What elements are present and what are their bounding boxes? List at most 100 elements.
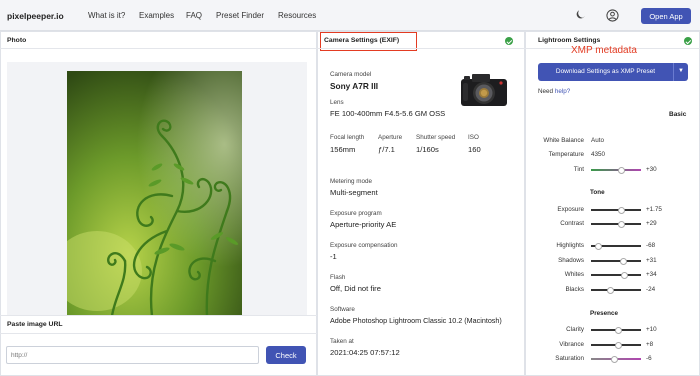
aperture-label: Aperture [378, 134, 403, 141]
divider [0, 333, 317, 334]
user-icon[interactable] [606, 9, 619, 22]
download-xmp-button[interactable]: Download Settings as XMP Preset ▼ [538, 63, 688, 81]
whites-slider[interactable] [591, 271, 641, 279]
white-balance-label: White Balance [543, 137, 584, 144]
shutter-speed-value: 1/160s [416, 145, 439, 154]
nav-preset-finder[interactable]: Preset Finder [216, 11, 264, 20]
presence-section-title: Presence [590, 310, 619, 317]
slider-knob[interactable] [614, 341, 622, 349]
open-app-button[interactable]: Open App [641, 8, 691, 24]
lightroom-panel [525, 31, 700, 376]
shutter-speed-label: Shutter speed [416, 134, 456, 141]
software-label: Software [330, 306, 355, 313]
saturation-value: -6 [646, 355, 652, 362]
clarity-label: Clarity [566, 326, 584, 333]
vibrance-value: +8 [646, 341, 654, 348]
xmp-metadata-annotation: XMP metadata [571, 45, 637, 56]
slider-knob[interactable] [606, 286, 614, 294]
blacks-label: Blacks [565, 286, 584, 293]
flash-label: Flash [330, 274, 346, 281]
tone-section-title: Tone [590, 189, 605, 196]
photo-panel-title: Photo [7, 37, 27, 44]
slider-knob[interactable] [617, 206, 625, 214]
clarity-value: +10 [646, 326, 657, 333]
shadows-slider[interactable] [591, 257, 641, 265]
exposure-slider[interactable] [591, 206, 641, 214]
slider-knob[interactable] [617, 220, 625, 228]
button-separator [673, 63, 674, 81]
need-help-text: Need help? [538, 88, 570, 95]
exposure-compensation-value: -1 [330, 252, 337, 261]
shadows-label: Shadows [558, 257, 584, 264]
shadows-value: +31 [646, 257, 657, 264]
blacks-value: -24 [646, 286, 656, 293]
caret-down-icon[interactable]: ▼ [678, 68, 684, 74]
exposure-program-label: Exposure program [330, 210, 382, 217]
download-xmp-label: Download Settings as XMP Preset [555, 68, 656, 75]
nav-what-is-it[interactable]: What is it? [88, 11, 125, 20]
whites-label: Whites [564, 271, 584, 278]
exposure-value: +1.75 [646, 206, 662, 213]
exposure-label: Exposure [557, 206, 584, 213]
image-url-input[interactable] [6, 346, 259, 364]
temperature-label: Temperature [548, 151, 584, 158]
divider [317, 48, 525, 49]
software-value: Adobe Photoshop Lightroom Classic 10.2 (… [330, 316, 502, 325]
divider [0, 48, 317, 49]
nav-faq[interactable]: FAQ [186, 11, 202, 20]
temperature-value: 4350 [591, 151, 606, 158]
slider-knob[interactable] [620, 257, 627, 265]
saturation-label: Saturation [555, 355, 584, 362]
lightroom-panel-title: Lightroom Settings [538, 37, 601, 44]
slider-knob[interactable] [621, 271, 628, 279]
lens-value: FE 100-400mm F4.5-5.6 GM OSS [330, 109, 446, 118]
taken-at-value: 2021:04:25 07:57:12 [330, 348, 400, 357]
taken-at-label: Taken at [330, 338, 354, 345]
slider-knob[interactable] [611, 355, 618, 363]
iso-value: 160 [468, 145, 481, 154]
divider [0, 315, 317, 316]
nav-examples[interactable]: Examples [139, 11, 174, 20]
site-logo[interactable]: pixelpeeper.io [7, 11, 64, 21]
basic-section-title: Basic [669, 111, 687, 118]
slider-knob[interactable] [615, 326, 622, 334]
top-nav: pixelpeeper.io What is it? Examples FAQ … [0, 0, 700, 31]
clarity-slider[interactable] [591, 326, 641, 334]
vibrance-slider[interactable] [591, 341, 641, 349]
metering-mode-value: Multi-segment [330, 188, 378, 197]
camera-model-value: Sony A7R III [330, 81, 379, 91]
flash-value: Off, Did not fire [330, 284, 381, 293]
focal-length-value: 156mm [330, 145, 356, 154]
check-circle-icon [505, 37, 513, 45]
highlights-label: Highlights [556, 242, 584, 249]
exposure-program-value: Aperture-priority AE [330, 220, 397, 229]
iso-label: ISO [468, 134, 479, 141]
slider-knob[interactable] [617, 166, 625, 174]
need-text: Need [538, 88, 555, 95]
tint-slider[interactable] [591, 166, 641, 174]
saturation-slider[interactable] [591, 355, 641, 363]
blacks-slider[interactable] [591, 286, 641, 294]
highlights-slider[interactable] [591, 242, 641, 250]
white-balance-value: Auto [591, 137, 604, 144]
contrast-label: Contrast [560, 220, 584, 227]
exposure-compensation-label: Exposure compensation [330, 242, 398, 249]
contrast-value: +29 [646, 220, 657, 227]
tint-label: Tint [573, 166, 584, 173]
tint-value: +30 [646, 166, 657, 173]
fern-photo [67, 71, 242, 316]
check-circle-icon [684, 37, 692, 45]
help-link[interactable]: help? [555, 88, 570, 95]
highlights-value: -68 [646, 242, 656, 249]
slider-knob[interactable] [595, 242, 602, 250]
nav-resources[interactable]: Resources [278, 11, 316, 20]
focal-length-label: Focal length [330, 134, 365, 141]
metering-mode-label: Metering mode [330, 178, 372, 185]
check-button[interactable]: Check [266, 346, 306, 364]
camera-icon [461, 74, 507, 106]
moon-icon[interactable] [575, 9, 586, 20]
camera-model-label: Camera model [330, 71, 372, 78]
aperture-value: ƒ/7.1 [378, 145, 395, 154]
whites-value: +34 [646, 271, 657, 278]
contrast-slider[interactable] [591, 220, 641, 228]
